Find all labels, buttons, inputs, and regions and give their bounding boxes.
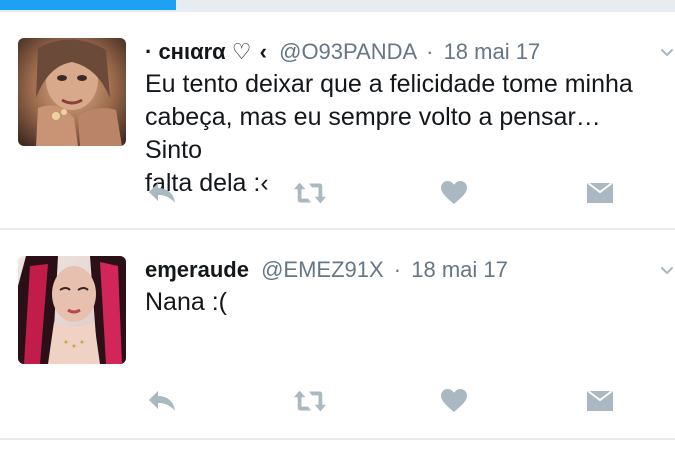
- like-icon: [441, 181, 467, 204]
- top-divider: [0, 10, 675, 12]
- like-icon: [441, 389, 467, 412]
- tweet-text-line: Nana :(: [145, 288, 227, 316]
- timestamp[interactable]: 18 mai 17: [444, 39, 541, 64]
- chevron-down-icon[interactable]: [660, 46, 674, 60]
- avatar-image: [18, 256, 126, 364]
- tweet-divider: [0, 228, 675, 230]
- avatar-image: [18, 38, 126, 146]
- display-name-extra: ‹: [259, 39, 267, 64]
- avatar[interactable]: [18, 38, 126, 146]
- retweet-icon: [293, 390, 327, 412]
- like-button[interactable]: [437, 176, 471, 210]
- avatar[interactable]: [18, 256, 126, 364]
- dm-icon: [587, 390, 613, 411]
- chevron-down-icon[interactable]: [660, 264, 674, 278]
- separator: ·: [426, 39, 434, 64]
- tweet-text-line: cabeça, mas eu sempre volto a pensar… Si…: [145, 103, 601, 164]
- retweet-button[interactable]: [293, 384, 327, 418]
- tweet-header: eɱeraude @EMEZ91X · 18 mai 17: [145, 256, 508, 284]
- dm-button[interactable]: [583, 176, 617, 210]
- tweet[interactable]: · cнιαrα ♡ ‹ @O93PANDA · 18 mai 17 Eu te…: [0, 38, 675, 258]
- retweet-button[interactable]: [293, 176, 327, 210]
- tweet[interactable]: eɱeraude @EMEZ91X · 18 mai 17 Nana :(: [0, 256, 675, 476]
- username[interactable]: @O93PANDA: [279, 39, 416, 64]
- tweet-text: Nana :(: [145, 286, 645, 319]
- tweet-actions: [145, 384, 625, 418]
- top-loading-track: [0, 0, 675, 10]
- retweet-icon: [293, 182, 327, 204]
- dm-button[interactable]: [583, 384, 617, 418]
- tweet-actions: [145, 176, 625, 210]
- reply-button[interactable]: [145, 176, 179, 210]
- top-loading-progress: [0, 0, 176, 10]
- username[interactable]: @EMEZ91X: [261, 257, 384, 282]
- dm-icon: [587, 182, 613, 203]
- like-button[interactable]: [437, 384, 471, 418]
- timestamp[interactable]: 18 mai 17: [411, 257, 508, 282]
- tweet-header: · cнιαrα ♡ ‹ @O93PANDA · 18 mai 17: [145, 38, 540, 66]
- display-name[interactable]: · cнιαrα ♡: [145, 39, 252, 64]
- reply-icon: [149, 183, 175, 203]
- display-name[interactable]: eɱeraude: [145, 257, 249, 282]
- reply-icon: [149, 391, 175, 411]
- reply-button[interactable]: [145, 384, 179, 418]
- tweet-divider: [0, 438, 675, 440]
- separator: ·: [393, 257, 402, 282]
- tweet-text-line: Eu tento deixar que a felicidade tome mi…: [145, 70, 633, 98]
